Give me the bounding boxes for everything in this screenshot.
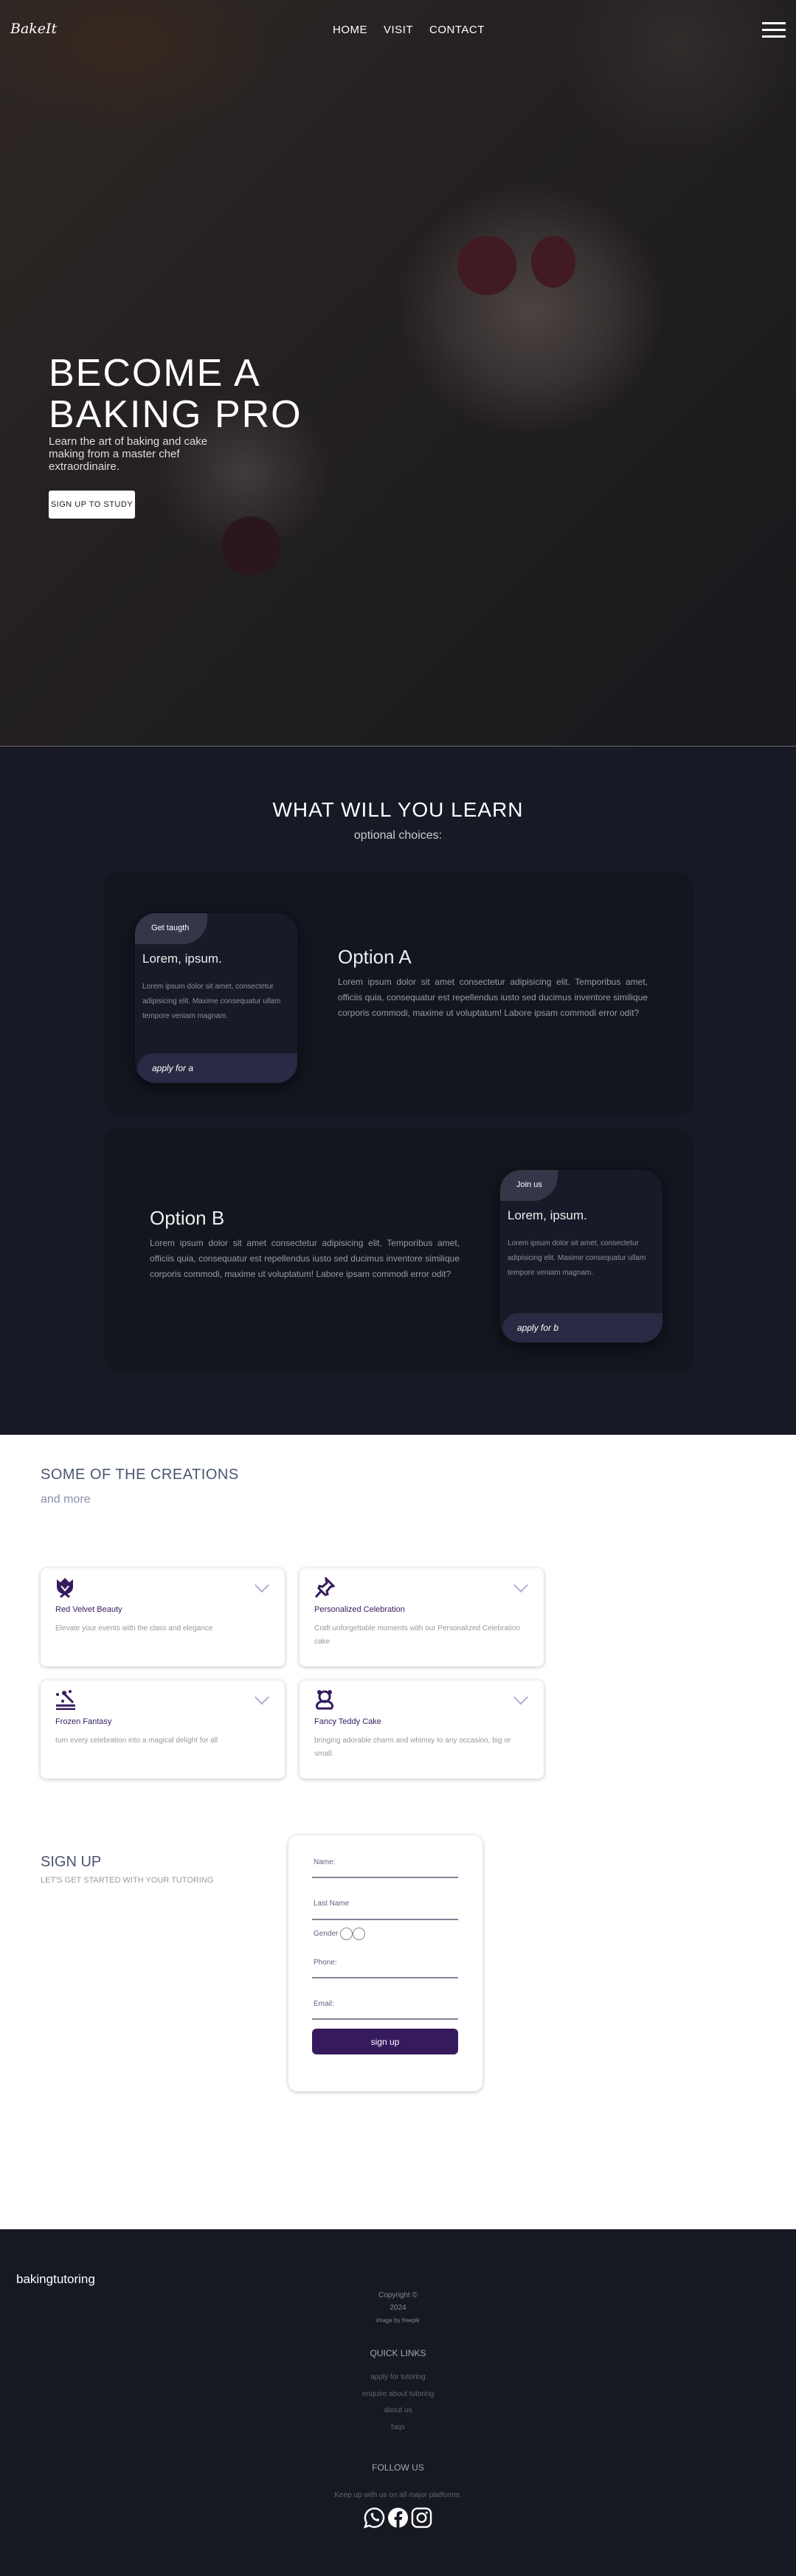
creation-card[interactable]: Personalized Celebration Craft unforgett… — [300, 1568, 544, 1666]
card-title: Lorem, ipsum. — [142, 952, 222, 966]
creation-title: Frozen Fantasy — [55, 1717, 112, 1726]
gender-radio-2[interactable] — [353, 1928, 366, 1940]
footer-brand: bakingtutoring — [16, 2272, 95, 2286]
phone-label: Phone: — [314, 1959, 337, 1967]
card-text: Lorem ipsum dolor sit amet, consectetur … — [508, 1239, 646, 1277]
teddy-bear-icon — [314, 1689, 336, 1711]
copyright-year: 2024 — [390, 2304, 406, 2312]
link-about[interactable]: about us — [0, 2406, 796, 2414]
option-b-card: Join us Lorem, ipsum. Lorem ipsum dolor … — [500, 1170, 662, 1343]
option-a-card: Get taugth Lorem, ipsum. Lorem ipsum dol… — [135, 913, 297, 1083]
creation-text: turn every celebration into a magical de… — [55, 1737, 218, 1745]
card-text: Lorem ipsum dolor sit amet, consectetur … — [142, 983, 281, 1020]
follow-text: Keep up with us on all major platforms. — [334, 2491, 462, 2499]
learn-section: WHAT WILL YOU LEARN optional choices: Ge… — [0, 747, 796, 1435]
whatsapp-icon[interactable] — [364, 2507, 385, 2529]
card-tag: Get taugth — [135, 913, 207, 944]
gender-radio-1[interactable] — [340, 1928, 353, 1940]
creations-title: SOME OF THE CREATIONS — [41, 1467, 239, 1483]
facebook-icon[interactable] — [387, 2507, 409, 2529]
creation-text: Elevate your events with the class and e… — [55, 1624, 213, 1632]
email-label: Email: — [314, 2000, 334, 2008]
copyright: Copyright © — [378, 2291, 418, 2299]
option-a-heading: Option A — [338, 946, 412, 968]
sign-up-button[interactable]: sign up — [312, 2029, 458, 2054]
creation-text: Craft unforgettable moments with our Per… — [314, 1624, 521, 1646]
name-label: Name: — [314, 1858, 336, 1866]
nav-visit[interactable]: VISIT — [384, 24, 413, 36]
creations-subtitle: and more — [41, 1493, 91, 1506]
chevron-down-icon[interactable] — [255, 1690, 269, 1705]
hero-title: BECOME A BAKING PRO — [49, 352, 302, 436]
option-b-info: Option B Lorem ipsum dolor sit amet cons… — [150, 1207, 460, 1282]
option-a-info: Option A Lorem ipsum dolor sit amet cons… — [338, 946, 648, 1021]
hero-section: BakeIt HOME VISIT CONTACT BECOME A BAKING… — [0, 0, 796, 747]
last-name-input[interactable] — [312, 1919, 458, 1920]
instagram-icon[interactable] — [411, 2507, 432, 2529]
last-name-label: Last Name — [314, 1900, 350, 1908]
hero-subtitle: Learn the art of baking and cake making … — [49, 435, 208, 473]
option-a-panel: Get taugth Lorem, ipsum. Lorem ipsum dol… — [103, 872, 693, 1115]
creation-title: Fancy Teddy Cake — [314, 1717, 381, 1726]
signup-title: SIGN UP — [41, 1854, 102, 1870]
chevron-down-icon[interactable] — [513, 1578, 528, 1593]
link-faqs[interactable]: faqs — [0, 2423, 796, 2431]
apply-for-b-button[interactable]: apply for b — [502, 1313, 662, 1343]
logo[interactable]: BakeIt — [10, 21, 57, 37]
option-b-panel: Option B Lorem ipsum dolor sit amet cons… — [103, 1129, 693, 1372]
chevron-down-icon[interactable] — [513, 1690, 528, 1705]
phone-input[interactable] — [312, 1977, 458, 1978]
link-enquire[interactable]: enquire about tutoring — [0, 2390, 796, 2398]
sign-up-to-study-button[interactable]: SIGN UP TO STUDY — [49, 491, 135, 519]
apply-for-a-button[interactable]: apply for a — [137, 1053, 297, 1083]
creation-title: Red Velvet Beauty — [55, 1605, 122, 1614]
creation-text: bringing adorable charm and whimsy to an… — [314, 1737, 511, 1758]
learn-title: WHAT WILL YOU LEARN — [272, 798, 524, 821]
signup-form: Name: Last Name Gender Phone: Email: sig… — [288, 1835, 482, 2091]
link-apply[interactable]: apply for tutoring — [0, 2373, 796, 2381]
magic-wand-icon — [55, 1689, 77, 1711]
hamburger-menu-icon[interactable] — [762, 22, 786, 40]
main-nav: HOME VISIT CONTACT — [333, 24, 485, 36]
option-b-heading: Option B — [150, 1207, 225, 1229]
cake-crown-icon — [55, 1577, 77, 1599]
nav-contact[interactable]: CONTACT — [429, 24, 485, 36]
name-input[interactable] — [312, 1877, 458, 1878]
option-a-text: Lorem ipsum dolor sit amet consectetur a… — [338, 977, 648, 1018]
follow-title: FOLLOW US — [372, 2462, 424, 2473]
signup-subtitle: LET'S GET STARTED WITH YOUR TUTORING — [41, 1876, 214, 1885]
card-title: Lorem, ipsum. — [508, 1208, 587, 1222]
card-tag: Join us — [500, 1170, 558, 1201]
creation-card[interactable]: Frozen Fantasy turn every celebration in… — [41, 1680, 285, 1779]
social-icons — [0, 2507, 796, 2529]
creation-card[interactable]: Fancy Teddy Cake bringing adorable charm… — [300, 1680, 544, 1779]
email-input[interactable] — [312, 2018, 458, 2020]
learn-subtitle: optional choices: — [353, 829, 443, 842]
option-b-text: Lorem ipsum dolor sit amet consectetur a… — [150, 1238, 460, 1279]
image-credit: image by freepik — [376, 2317, 420, 2324]
creation-card[interactable]: Red Velvet Beauty Elevate your events wi… — [41, 1568, 285, 1666]
nav-home[interactable]: HOME — [333, 24, 367, 36]
creation-title: Personalized Celebration — [314, 1605, 405, 1614]
chevron-down-icon[interactable] — [255, 1578, 269, 1593]
gender-label: Gender — [314, 1928, 366, 1940]
pushpin-icon — [314, 1575, 336, 1599]
quick-links-title: QUICK LINKS — [370, 2348, 426, 2358]
footer: bakingtutoring Copyright © 2024 image by… — [0, 2229, 796, 2576]
